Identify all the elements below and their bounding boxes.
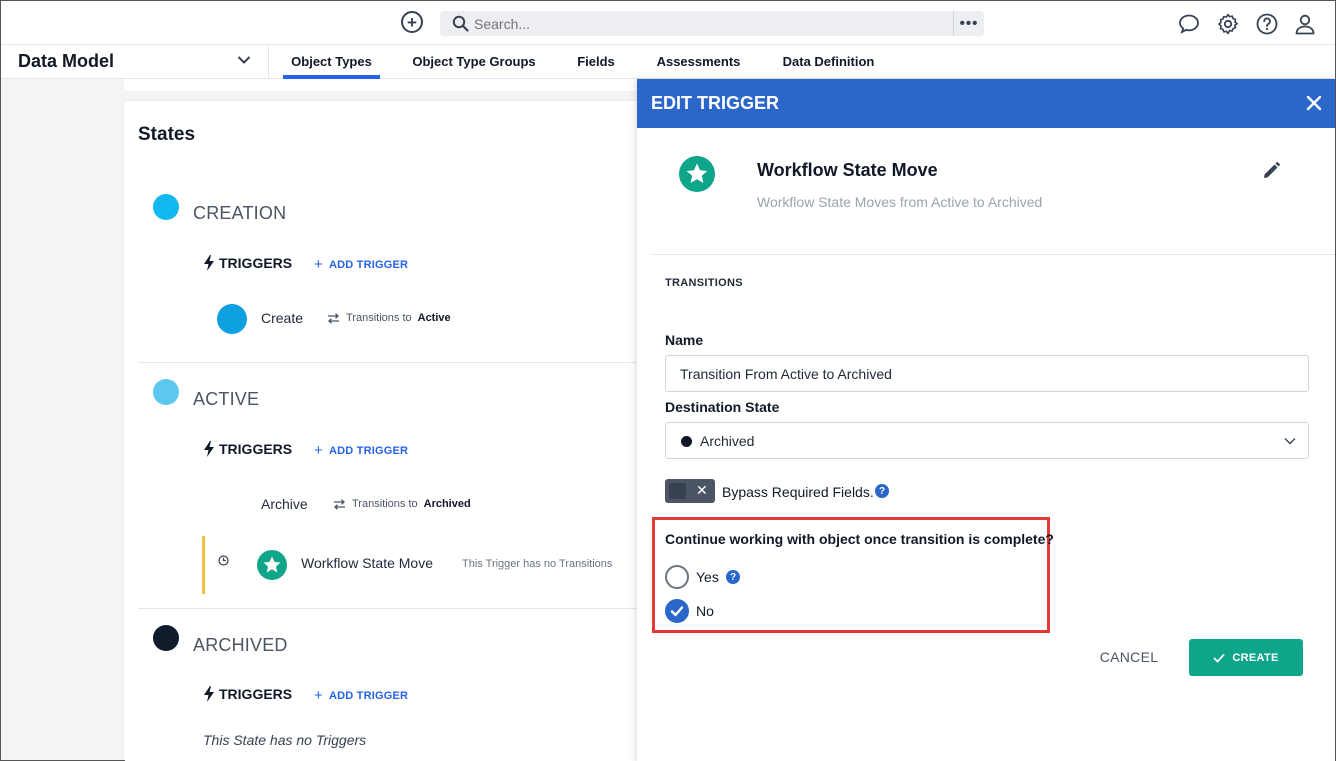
panel-header: EDIT TRIGGER — [637, 79, 1335, 128]
trigger-note: This Trigger has no Transitions — [462, 558, 613, 570]
cancel-button[interactable]: CANCEL — [1089, 639, 1169, 675]
tab-assessments[interactable]: Assessments — [652, 54, 745, 79]
lightning-icon — [204, 686, 214, 702]
state-dot-archived — [153, 625, 179, 651]
transition-name[interactable]: Create — [261, 310, 303, 326]
toggle-knob — [669, 483, 686, 499]
state-color-dot — [681, 436, 692, 447]
continue-question: Continue working with object once transi… — [665, 531, 1054, 547]
empty-triggers-text: This State has no Triggers — [203, 732, 367, 748]
states-title: States — [138, 124, 196, 145]
trigger-description: Workflow State Moves from Active to Arch… — [757, 194, 1043, 210]
transition-name[interactable]: Archive — [261, 496, 308, 512]
state-name-active: ACTIVE — [193, 389, 260, 409]
bypass-toggle[interactable]: ✕ — [665, 479, 715, 503]
triggers-label: TRIGGERS — [203, 441, 292, 457]
create-button[interactable]: CREATE — [1189, 639, 1303, 676]
help-icon[interactable] — [1255, 12, 1279, 36]
star-icon — [257, 550, 287, 580]
card-top — [124, 79, 644, 91]
module-selector[interactable]: Data Model — [1, 45, 269, 79]
radio-yes-label: Yes — [696, 569, 719, 585]
tab-object-type-groups[interactable]: Object Type Groups — [407, 54, 541, 79]
edit-trigger-panel: EDIT TRIGGER Workflow State Move Workflo… — [637, 79, 1335, 761]
check-icon — [1213, 653, 1226, 663]
tab-fields[interactable]: Fields — [571, 54, 621, 79]
search-input[interactable] — [474, 14, 944, 33]
radio-no-label: No — [696, 603, 714, 619]
search-icon — [452, 15, 469, 32]
star-icon — [679, 156, 715, 192]
divider — [138, 608, 644, 609]
add-trigger-button[interactable]: + ADD TRIGGER — [314, 256, 408, 273]
destination-state-value: Archived — [700, 433, 755, 449]
checkmark-icon — [670, 606, 684, 617]
section-label: TRANSITIONS — [665, 277, 743, 289]
search-bar[interactable]: ••• — [440, 11, 984, 36]
trigger-name: Workflow State Move — [301, 555, 434, 571]
radio-no[interactable] — [665, 599, 689, 623]
gear-icon[interactable] — [1216, 12, 1240, 36]
trigger-title: Workflow State Move — [757, 160, 938, 180]
chevron-down-icon — [1284, 438, 1296, 445]
close-icon[interactable] — [1305, 94, 1323, 112]
transition-target: Transitions to Active — [327, 312, 451, 324]
transition-dot — [217, 304, 247, 334]
state-dot-creation — [153, 194, 179, 220]
destination-state-select[interactable]: Archived — [665, 422, 1309, 459]
triggers-label: TRIGGERS — [203, 255, 292, 271]
chevron-down-icon — [237, 56, 251, 64]
state-dot-active — [153, 379, 179, 405]
divider — [138, 362, 644, 363]
user-icon[interactable] — [1293, 12, 1317, 36]
state-name-creation: CREATION — [193, 203, 287, 223]
lightning-icon — [204, 255, 214, 271]
panel-title: EDIT TRIGGER — [651, 93, 780, 113]
toggle-off-icon: ✕ — [696, 482, 708, 498]
name-input[interactable] — [665, 355, 1309, 392]
state-name-archived: ARCHIVED — [193, 635, 288, 655]
tab-data-definition[interactable]: Data Definition — [777, 54, 880, 79]
radio-yes[interactable] — [665, 565, 689, 589]
add-trigger-button[interactable]: + ADD TRIGGER — [314, 687, 408, 704]
lightning-icon — [204, 441, 214, 457]
triggers-label: TRIGGERS — [203, 686, 292, 702]
clock-icon — [218, 555, 229, 566]
module-label: Data Model — [18, 51, 115, 71]
tab-object-types[interactable]: Object Types — [283, 54, 380, 79]
search-options-button[interactable]: ••• — [953, 11, 984, 36]
transition-target: Transitions to Archived — [333, 498, 471, 510]
help-icon[interactable]: ? — [875, 484, 889, 498]
top-bar: + ••• — [1, 1, 1335, 45]
swap-icon — [334, 498, 345, 510]
states-card — [124, 101, 644, 761]
nav-bar: Data Model Object Types Object Type Grou… — [1, 45, 1335, 79]
swap-icon — [328, 312, 339, 324]
help-icon[interactable]: ? — [726, 570, 740, 584]
divider — [651, 254, 1335, 255]
destination-state-label: Destination State — [665, 399, 780, 415]
add-icon[interactable]: + — [401, 11, 423, 33]
pencil-icon[interactable] — [1261, 161, 1281, 181]
add-trigger-button[interactable]: + ADD TRIGGER — [314, 442, 408, 459]
bypass-label: Bypass Required Fields. — [722, 484, 874, 500]
chat-icon[interactable] — [1177, 12, 1201, 36]
name-label: Name — [665, 332, 704, 348]
